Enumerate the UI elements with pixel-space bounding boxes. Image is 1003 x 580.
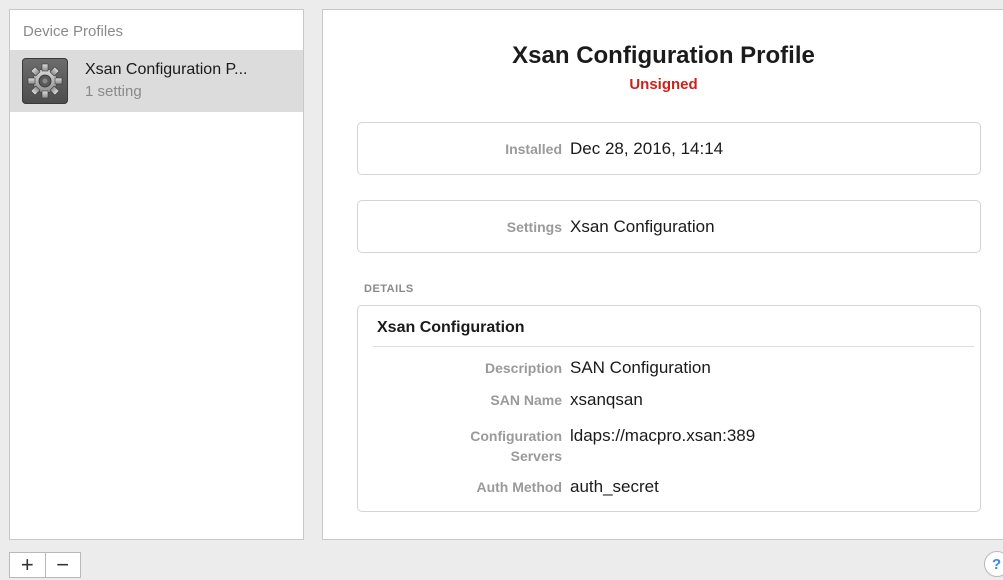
details-section-title: Xsan Configuration <box>377 319 525 336</box>
detail-row-san-name: SAN Name xsanqsan <box>358 390 643 410</box>
detail-label: Configuration Servers <box>358 426 562 466</box>
profiles-window: Device Profiles Xsan Configuration P... … <box>0 0 1003 580</box>
detail-label: Description <box>484 360 562 376</box>
detail-row-auth-method: Auth Method auth_secret <box>358 477 659 497</box>
detail-value: ldaps://macpro.xsan:389 <box>570 426 756 445</box>
profile-detail-panel: Xsan Configuration Profile Unsigned Inst… <box>322 9 1003 540</box>
profile-title: Xsan Configuration Profile <box>512 42 815 69</box>
remove-profile-button[interactable]: − <box>45 553 80 577</box>
details-caption: DETAILS <box>364 283 414 295</box>
settings-label: Settings <box>506 218 562 235</box>
detail-label: SAN Name <box>490 392 562 408</box>
detail-value: SAN Configuration <box>570 358 711 377</box>
details-box: Xsan Configuration Description SAN Confi… <box>357 305 981 512</box>
installed-value: Dec 28, 2016, 14:14 <box>570 138 724 158</box>
detail-row-configuration-servers: Configuration Servers ldaps://macpro.xsa… <box>358 426 755 466</box>
detail-value: xsanqsan <box>570 390 643 409</box>
add-profile-button[interactable]: + <box>10 553 45 577</box>
sidebar-item-label: Xsan Configuration P... <box>85 61 248 78</box>
signature-status: Unsigned <box>629 76 698 93</box>
sidebar-item-xsan-configuration-profile[interactable]: Xsan Configuration P... 1 setting <box>10 50 303 112</box>
settings-box: Settings Xsan Configuration <box>357 200 981 253</box>
detail-label-line1: Configuration <box>470 428 562 444</box>
detail-value: auth_secret <box>570 477 659 496</box>
detail-row-description: Description SAN Configuration <box>358 358 711 378</box>
sidebar-item-subtitle: 1 setting <box>85 83 142 100</box>
installed-box: Installed Dec 28, 2016, 14:14 <box>357 122 981 175</box>
installed-label: Installed <box>505 140 562 157</box>
sidebar-header: Device Profiles <box>23 23 124 40</box>
details-divider <box>373 346 974 347</box>
add-remove-control: + − <box>9 552 81 578</box>
detail-label-line2: Servers <box>510 448 562 464</box>
detail-label: Auth Method <box>476 479 562 495</box>
help-button[interactable]: ? <box>984 551 1003 577</box>
settings-value: Xsan Configuration <box>570 216 715 236</box>
device-profiles-sidebar: Device Profiles Xsan Configuration P... … <box>9 9 304 540</box>
gear-profile-icon <box>22 58 68 104</box>
